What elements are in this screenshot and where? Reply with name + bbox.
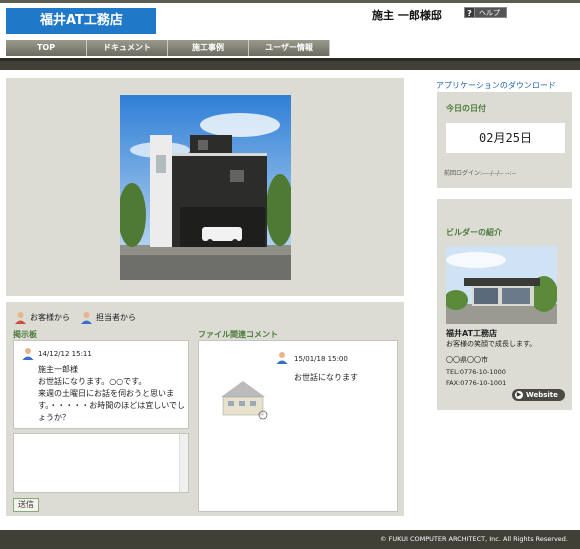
post-date: 14/12/12 15:11: [38, 350, 92, 358]
house-photo-panel: [6, 78, 404, 296]
main-nav: TOP ドキュメント 施工事例 ユーザー情報: [6, 40, 330, 56]
file-comment-title: ファイル関連コメント: [198, 330, 278, 339]
app-download-link[interactable]: アプリケーションのダウンロード: [436, 80, 556, 91]
website-button[interactable]: ▶ Website: [512, 389, 565, 401]
website-label: Website: [526, 391, 558, 399]
help-button[interactable]: ? ヘルプ: [464, 7, 507, 18]
nav-documents[interactable]: ドキュメント: [87, 40, 168, 56]
builder-tel: TEL:0776-10-1000: [446, 368, 506, 376]
legend-customer-label: お客様から: [30, 313, 70, 322]
footer: © FUKUI COMPUTER ARCHITECT, Inc. All Rig…: [0, 530, 580, 549]
nav-top[interactable]: TOP: [6, 40, 87, 56]
builder-photo: [446, 246, 557, 324]
builder-address: 〇〇県〇〇市: [446, 356, 488, 364]
house-photo: [120, 95, 291, 280]
message-input-scrollbar[interactable]: [179, 434, 188, 492]
owner-name: 施主 一郎様邸: [372, 9, 442, 22]
nav-construction-examples[interactable]: 施工事例: [168, 40, 249, 56]
staff-avatar-icon: [22, 348, 34, 360]
nav-user-info[interactable]: ユーザー情報: [249, 40, 330, 56]
file-comment-area: 15/01/18 15:00 お世話になります: [198, 340, 398, 512]
help-label: ヘルプ: [475, 7, 507, 18]
builder-intro-title: ビルダーの紹介: [446, 228, 502, 237]
builder-tagline: お客様の笑顔で成長します。: [446, 340, 537, 348]
message-input[interactable]: [13, 433, 189, 493]
staff-avatar-icon: [81, 312, 92, 324]
company-logo[interactable]: 福井AT工務店: [6, 8, 156, 34]
communication-panel: お客様から 担当者から 掲示板 ファイル関連コメント 14/12/12 15:1…: [6, 302, 404, 516]
last-login: 前回ログイン:----/--/-- --:--: [444, 170, 516, 177]
customer-avatar-icon: [15, 312, 26, 324]
post-body: 施主一郎様 お世話になります。○○です。 来週の土曜日にお話を伺おうと思います。…: [38, 365, 185, 422]
today-date-value: 02月25日: [446, 123, 565, 153]
top-border: [0, 0, 580, 3]
arrow-right-icon: ▶: [515, 391, 523, 399]
file-comment-date: 15/01/18 15:00: [294, 355, 348, 363]
today-date-panel: 今日の日付 02月25日 前回ログイン:----/--/-- --:--: [437, 92, 572, 188]
help-icon: ?: [464, 7, 475, 18]
board-post: 14/12/12 15:11 施主一郎様 お世話になります。○○です。 来週の土…: [13, 340, 189, 429]
file-thumbnail[interactable]: [213, 367, 275, 423]
send-button[interactable]: 送信: [13, 498, 39, 512]
legend-staff-label: 担当者から: [96, 313, 136, 322]
message-board-title: 掲示板: [13, 330, 37, 339]
nav-rule: [0, 58, 580, 70]
builder-intro-panel: ビルダーの紹介 福井AT工務店 お客様の笑顔で成長します。 〇〇県〇〇市 TEL…: [437, 199, 572, 410]
builder-fax: FAX:0776-10-1001: [446, 379, 507, 387]
file-comment-message: お世話になります: [294, 373, 358, 382]
staff-avatar-icon: [276, 352, 288, 364]
legend: お客様から 担当者から: [14, 311, 146, 324]
today-date-title: 今日の日付: [446, 104, 486, 113]
builder-name: 福井AT工務店: [446, 329, 498, 338]
